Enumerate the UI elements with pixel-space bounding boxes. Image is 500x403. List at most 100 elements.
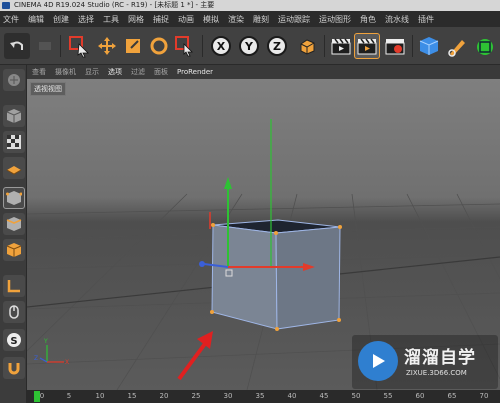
live-selection-button[interactable] xyxy=(66,33,92,59)
toolbar-separator xyxy=(202,35,203,57)
toolbar-separator xyxy=(324,35,325,57)
menu-motion-tracking[interactable]: 运动跟踪 xyxy=(278,14,310,25)
cube-object-button[interactable] xyxy=(416,33,442,59)
menu-simulate[interactable]: 模拟 xyxy=(203,14,219,25)
workplane-mode-button[interactable] xyxy=(3,157,25,179)
rotate-tool-button[interactable] xyxy=(146,33,172,59)
menu-character[interactable]: 角色 xyxy=(360,14,376,25)
selection-cursor-icon xyxy=(69,36,89,58)
timeline-tick: 15 xyxy=(127,392,137,400)
toolbar-separator xyxy=(412,35,413,57)
timeline-tick: 25 xyxy=(191,392,201,400)
edges-mode-button[interactable] xyxy=(3,213,25,235)
menu-plugins[interactable]: 插件 xyxy=(418,14,434,25)
timeline-ruler[interactable]: 0 5 10 15 20 25 30 35 40 45 50 55 60 65 … xyxy=(27,390,500,403)
viewport-menu-view[interactable]: 查看 xyxy=(32,67,46,77)
menu-edit[interactable]: 编辑 xyxy=(28,14,44,25)
menu-mograph[interactable]: 运动图形 xyxy=(319,14,351,25)
y-axis-lock-button[interactable]: Y xyxy=(236,33,262,59)
move-arrows-icon xyxy=(98,37,116,55)
viewport-menu-prorender[interactable]: ProRender xyxy=(177,68,213,76)
cube-icon xyxy=(419,37,439,55)
undo-button[interactable] xyxy=(4,33,30,59)
tweak-mode-button[interactable] xyxy=(3,301,25,323)
left-toolbar: S xyxy=(0,65,27,403)
make-editable-button[interactable] xyxy=(3,69,25,91)
timeline-tick: 55 xyxy=(383,392,393,400)
render-settings-button[interactable] xyxy=(382,33,408,59)
orient-y-label: Y xyxy=(43,338,48,345)
y-axis-label: Y xyxy=(239,36,259,56)
polygons-mode-button[interactable] xyxy=(3,239,25,261)
menu-pipeline[interactable]: 流水线 xyxy=(385,14,409,25)
snapping-button[interactable]: S xyxy=(3,329,25,351)
menu-create[interactable]: 创建 xyxy=(53,14,69,25)
world-coordinate-icon xyxy=(300,39,315,55)
texture-mode-button[interactable] xyxy=(3,131,25,153)
orient-x-label: X xyxy=(65,359,69,366)
pen-icon xyxy=(448,40,465,57)
scale-tool-button[interactable] xyxy=(120,33,146,59)
redo-icon xyxy=(39,42,51,50)
timeline-tick: 50 xyxy=(351,392,361,400)
tweak-mouse-icon xyxy=(9,305,19,319)
checker-icon xyxy=(7,135,21,149)
clapperboard-icon xyxy=(357,38,377,55)
z-axis-label: Z xyxy=(267,36,287,56)
render-to-picture-viewer-button[interactable] xyxy=(354,33,380,59)
coordinate-system-button[interactable] xyxy=(294,33,320,59)
viewport-menu-display[interactable]: 显示 xyxy=(85,67,99,77)
timeline-tick: 20 xyxy=(159,392,169,400)
model-mode-button[interactable] xyxy=(3,105,25,127)
menu-snap[interactable]: 捕捉 xyxy=(153,14,169,25)
window-title: CINEMA 4D R19.024 Studio (RC - R19) - [未… xyxy=(14,1,215,9)
timeline-tick: 10 xyxy=(95,392,105,400)
menu-animate[interactable]: 动画 xyxy=(178,14,194,25)
recent-tool-icon xyxy=(175,36,193,57)
scale-icon xyxy=(126,39,140,53)
solo-mode-button[interactable] xyxy=(3,357,25,379)
points-mode-button[interactable] xyxy=(3,187,25,209)
axis-corner-icon xyxy=(7,280,20,293)
z-axis-lock-button[interactable]: Z xyxy=(264,33,290,59)
timeline-tick: 40 xyxy=(287,392,297,400)
pen-spline-button[interactable] xyxy=(444,33,470,59)
make-editable-icon xyxy=(8,74,20,86)
viewport-menu-bar: 查看 摄像机 显示 选项 过滤 面板 ProRender xyxy=(27,65,500,79)
snap-s-icon: S xyxy=(7,333,21,347)
x-axis-label: X xyxy=(211,36,231,56)
subdivision-icon xyxy=(477,39,493,55)
recent-tools-button[interactable] xyxy=(172,33,198,59)
menu-mesh[interactable]: 网格 xyxy=(128,14,144,25)
annotation-arrow xyxy=(177,331,213,381)
edges-cube-icon xyxy=(6,217,22,231)
polygons-cube-icon xyxy=(6,243,22,257)
watermark: 溜溜自学 ZIXUE.3D66.COM xyxy=(352,335,498,389)
viewport-title: 透视视图 xyxy=(30,82,66,96)
timeline-tick: 35 xyxy=(255,392,265,400)
watermark-url: ZIXUE.3D66.COM xyxy=(406,369,467,377)
watermark-title: 溜溜自学 xyxy=(404,348,476,368)
cinema4d-app-icon xyxy=(2,2,10,9)
axis-mode-button[interactable] xyxy=(3,275,25,297)
redo-button[interactable] xyxy=(32,33,58,59)
timeline-tick: 5 xyxy=(66,392,72,400)
timeline-tick: 45 xyxy=(319,392,329,400)
magnet-icon xyxy=(8,363,20,375)
x-axis-lock-button[interactable]: X xyxy=(208,33,234,59)
svg-text:S: S xyxy=(10,336,17,347)
main-toolbar: X Y Z xyxy=(0,27,500,65)
viewport-menu-options[interactable]: 选项 xyxy=(108,67,122,77)
timeline-tick: 70 xyxy=(479,392,489,400)
menu-sculpt[interactable]: 雕刻 xyxy=(253,14,269,25)
menu-select[interactable]: 选择 xyxy=(78,14,94,25)
subdivision-surface-button[interactable] xyxy=(472,33,498,59)
menu-tools[interactable]: 工具 xyxy=(103,14,119,25)
menu-render[interactable]: 渲染 xyxy=(228,14,244,25)
viewport-menu-panel[interactable]: 面板 xyxy=(154,67,168,77)
viewport-menu-filter[interactable]: 过滤 xyxy=(131,67,145,77)
menu-file[interactable]: 文件 xyxy=(3,14,19,25)
render-view-button[interactable] xyxy=(328,33,354,59)
move-tool-button[interactable] xyxy=(94,33,120,59)
viewport-menu-cameras[interactable]: 摄像机 xyxy=(55,67,76,77)
